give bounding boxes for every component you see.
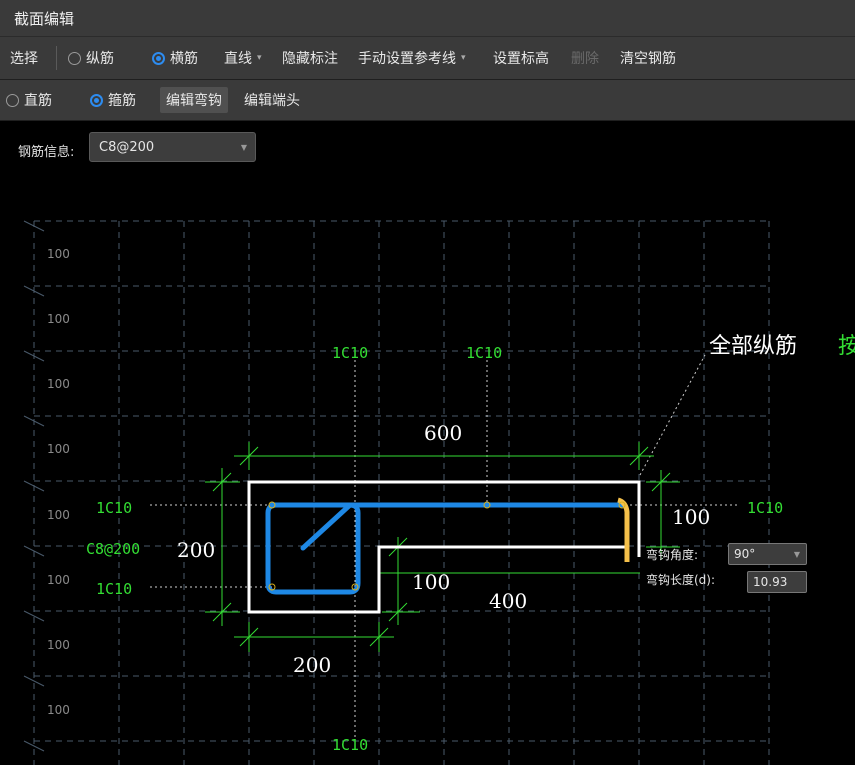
dimension-text: 200 bbox=[177, 538, 215, 562]
rebar-info-label: 钢筋信息: bbox=[18, 145, 75, 160]
window-title: 截面编辑 bbox=[14, 10, 75, 28]
radio-unchecked-icon bbox=[68, 51, 81, 65]
straight-label: 直筋 bbox=[24, 93, 52, 109]
hook-angle-value: 90° bbox=[734, 547, 756, 561]
main-toolbar: 选择 纵筋 横筋 直线 ▾ 隐藏标注 手动设置参考线 ▾ 设置标高 删除 清空钢筋 bbox=[0, 37, 855, 80]
toolbar-divider bbox=[56, 46, 57, 70]
chevron-down-icon: ▾ bbox=[257, 53, 262, 63]
hook-angle-label: 弯钩角度: bbox=[646, 548, 699, 562]
radio-checked-icon bbox=[90, 93, 103, 107]
edit-hook-button[interactable]: 编辑弯钩 bbox=[160, 87, 228, 113]
chevron-down-icon: ▼ bbox=[793, 550, 800, 559]
radio-unchecked-icon bbox=[6, 93, 19, 107]
row-label: 100 bbox=[47, 508, 70, 522]
transverse-radio[interactable]: 横筋 bbox=[152, 37, 198, 79]
hook-length-label: 弯钩长度(d): bbox=[646, 573, 716, 587]
chevron-down-icon: ▼ bbox=[240, 143, 247, 152]
row-label: 100 bbox=[47, 638, 70, 652]
hook-length-value: 10.93 bbox=[753, 575, 788, 589]
edit-end-label: 编辑端头 bbox=[244, 93, 300, 109]
clear-rebar-button[interactable]: 清空钢筋 bbox=[620, 37, 676, 79]
rebar-label: 1C10 bbox=[332, 736, 368, 754]
select-label: 选择 bbox=[10, 51, 38, 67]
set-elevation-label: 设置标高 bbox=[493, 51, 549, 67]
row-label: 100 bbox=[47, 312, 70, 326]
rebar-label: 1C10 bbox=[96, 580, 132, 598]
edit-end-button[interactable]: 编辑端头 bbox=[244, 80, 300, 120]
chevron-down-icon: ▾ bbox=[461, 53, 466, 63]
dimension-text: 100 bbox=[412, 570, 450, 594]
rebar-label: 1C10 bbox=[96, 499, 132, 517]
stirrup-radio[interactable]: 箍筋 bbox=[90, 80, 136, 120]
rebar-info-select[interactable]: C8@200 ▼ bbox=[89, 132, 256, 162]
selected-hook bbox=[617, 497, 630, 562]
grid-lines bbox=[33, 220, 770, 765]
edit-hook-label: 编辑弯钩 bbox=[166, 93, 222, 109]
longitudinal-label: 纵筋 bbox=[86, 51, 114, 67]
hook-angle-select[interactable]: 90° ▼ bbox=[728, 543, 807, 565]
dimension-text: 600 bbox=[424, 421, 462, 445]
delete-label: 删除 bbox=[571, 51, 599, 67]
rebar-label: 1C10 bbox=[332, 344, 368, 362]
row-label: 100 bbox=[47, 377, 70, 391]
manual-ref-line-label: 手动设置参考线 bbox=[358, 51, 456, 67]
delete-button[interactable]: 删除 bbox=[571, 37, 599, 79]
all-rebar-label: 全部纵筋 bbox=[709, 334, 797, 359]
stirrup-label: 箍筋 bbox=[108, 93, 136, 109]
row-label: 100 bbox=[47, 703, 70, 717]
section-drawing[interactable]: 100 100 100 100 100 100 100 100 1C10 1C1… bbox=[0, 121, 855, 765]
select-button[interactable]: 选择 bbox=[10, 37, 38, 79]
row-label: 100 bbox=[47, 442, 70, 456]
line-label: 直线 bbox=[224, 51, 252, 67]
set-elevation-button[interactable]: 设置标高 bbox=[493, 37, 549, 79]
title-bar: 截面编辑 bbox=[0, 0, 855, 37]
rebar-label: 1C10 bbox=[466, 344, 502, 362]
hook-length-input[interactable]: 10.93 bbox=[747, 571, 807, 593]
rebar-info-value: C8@200 bbox=[99, 140, 155, 155]
dimension-text: 400 bbox=[489, 589, 527, 613]
row-label: 100 bbox=[47, 573, 70, 587]
truncated-label: 按 bbox=[838, 334, 855, 359]
dimension-labels: 600 200 100 100 400 200 bbox=[177, 421, 710, 677]
rebar-label: C8@200 bbox=[86, 540, 140, 558]
longitudinal-radio[interactable]: 纵筋 bbox=[68, 37, 114, 79]
manual-ref-line-dropdown[interactable]: 手动设置参考线 ▾ bbox=[358, 37, 466, 79]
clear-rebar-label: 清空钢筋 bbox=[620, 51, 676, 67]
row-labels: 100 100 100 100 100 100 100 100 bbox=[47, 247, 70, 717]
radio-checked-icon bbox=[152, 51, 165, 65]
row-label: 100 bbox=[47, 247, 70, 261]
edit-toolbar: 直筋 箍筋 编辑弯钩 编辑端头 bbox=[0, 80, 855, 121]
dimension-text: 100 bbox=[672, 505, 710, 529]
straight-radio[interactable]: 直筋 bbox=[6, 80, 52, 120]
transverse-label: 横筋 bbox=[170, 51, 198, 67]
dimension-text: 200 bbox=[293, 653, 331, 677]
hide-annotation-label: 隐藏标注 bbox=[282, 51, 338, 67]
line-dropdown[interactable]: 直线 ▾ bbox=[224, 37, 262, 79]
hide-annotation-button[interactable]: 隐藏标注 bbox=[282, 37, 338, 79]
rebar-label: 1C10 bbox=[747, 499, 783, 517]
